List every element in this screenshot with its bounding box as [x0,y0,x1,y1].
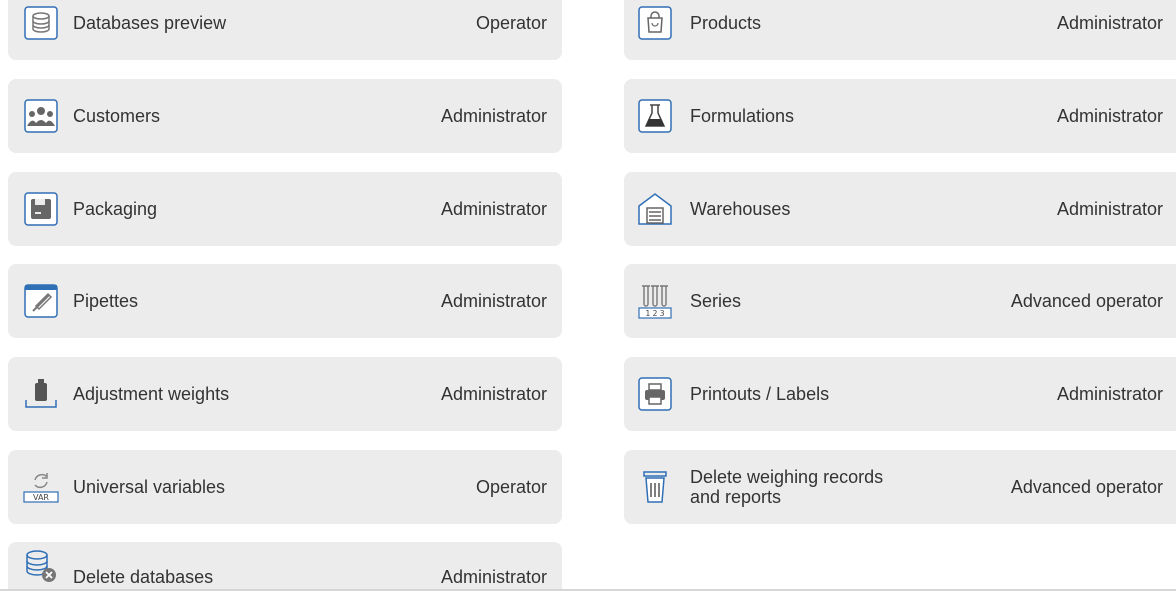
pipette-icon [22,282,60,320]
flask-icon [636,97,674,135]
tile-packaging[interactable]: Packaging Administrator [8,172,562,246]
tile-role: Administrator [1056,198,1163,219]
customers-icon [22,97,60,135]
tile-series[interactable]: 1 2 3 Series Advanced operator [624,264,1176,338]
tile-warehouses[interactable]: Warehouses Administrator [624,172,1176,246]
tile-label: Warehouses [690,198,791,219]
tile-role: Administrator [440,383,547,404]
tile-role: Advanced operator [1010,290,1163,311]
tile-role: Administrator [1056,105,1163,126]
tile-products[interactable]: Products Administrator [624,0,1176,60]
tile-role: Administrator [440,105,547,126]
tile-adjustment-weights[interactable]: Adjustment weights Administrator [8,357,562,431]
tile-delete-databases[interactable]: Delete databases Administrator [8,542,562,591]
tile-label: Pipettes [73,290,139,311]
tile-databases-preview[interactable]: Databases preview Operator [8,0,562,60]
tile-role: Administrator [1056,383,1163,404]
series-tubes-icon: 1 2 3 [636,282,674,320]
tile-delete-weighing-records[interactable]: Delete weighing records and reports Adva… [624,450,1176,524]
weight-icon [22,375,60,413]
tile-role: Advanced operator [1010,476,1163,497]
tile-label: Databases preview [73,12,227,33]
tile-label: Universal variables [73,476,226,497]
tile-label-line1: Delete weighing records [690,467,884,487]
tile-label: Adjustment weights [73,383,230,404]
tile-customers[interactable]: Customers Administrator [8,79,562,153]
tile-label: Delete databases [73,567,214,587]
tile-label: Delete weighing records and reports [690,467,930,507]
tile-label-line2: and reports [690,487,782,507]
delete-database-icon [22,546,60,584]
tile-role: Operator [475,12,547,33]
product-bag-icon [636,4,674,42]
trash-icon [636,468,674,506]
tile-role: Administrator [440,567,547,587]
tile-label: Customers [73,105,161,126]
tile-role: Administrator [440,290,547,311]
tile-label: Products [690,12,762,33]
packaging-icon [22,190,60,228]
database-icon [22,4,60,42]
tile-printouts-labels[interactable]: Printouts / Labels Administrator [624,357,1176,431]
tile-universal-variables[interactable]: VAR Universal variables Operator [8,450,562,524]
variables-icon: VAR [22,468,60,506]
tile-label: Packaging [73,198,158,219]
tile-role: Administrator [1056,12,1163,33]
tile-pipettes[interactable]: Pipettes Administrator [8,264,562,338]
database-settings-screen: Databases preview Operator Customers Adm… [0,0,1176,591]
tile-formulations[interactable]: Formulations Administrator [624,79,1176,153]
svg-text:VAR: VAR [33,493,49,502]
tile-role: Administrator [440,198,547,219]
tile-role: Operator [475,476,547,497]
tile-label: Printouts / Labels [690,383,830,404]
svg-text:1 2 3: 1 2 3 [645,309,664,318]
tile-label: Series [690,290,742,311]
warehouse-icon [636,190,674,228]
tile-label: Formulations [690,105,795,126]
printer-icon [636,375,674,413]
